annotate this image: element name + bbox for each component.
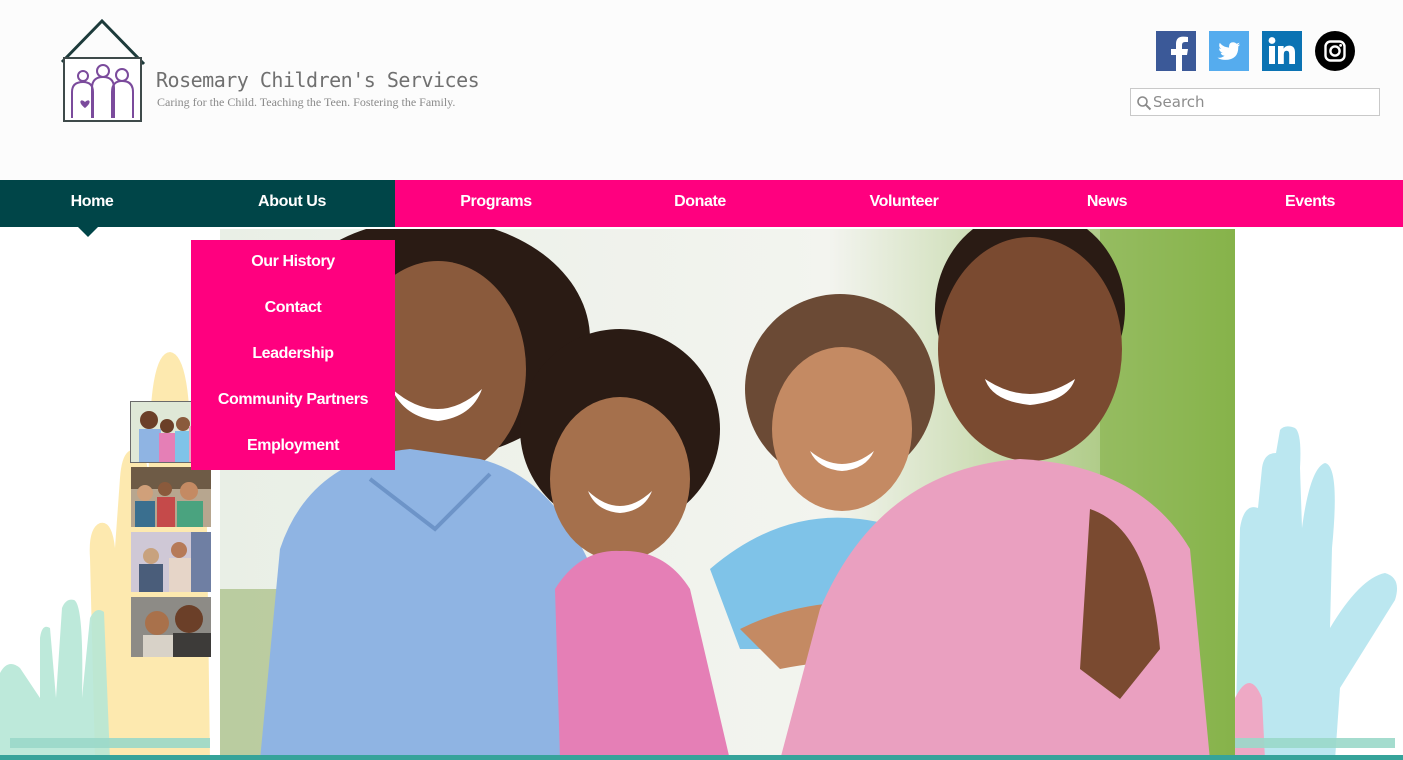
linkedin-icon	[1262, 31, 1302, 71]
site-header: Rosemary Children's Services Caring for …	[0, 0, 1403, 180]
footer-accent-strip	[0, 755, 1403, 760]
facebook-link[interactable]	[1156, 31, 1196, 71]
nav-item-volunteer[interactable]: Volunteer	[802, 180, 1006, 227]
thumbnail-3[interactable]	[131, 532, 211, 592]
active-nav-indicator-icon	[78, 227, 98, 237]
about-us-dropdown-menu: Our History Contact Leadership Community…	[191, 240, 395, 470]
nav-item-programs[interactable]: Programs	[394, 180, 598, 227]
nav-item-home[interactable]: Home	[0, 180, 194, 227]
thumbnail-4[interactable]	[131, 597, 211, 657]
dropdown-item-our-history[interactable]: Our History	[191, 240, 395, 286]
facebook-icon	[1156, 31, 1196, 71]
search-icon	[1137, 96, 1152, 111]
nav-item-donate[interactable]: Donate	[598, 180, 802, 227]
thumbnail-group-image	[131, 467, 211, 527]
twitter-icon	[1209, 31, 1249, 71]
thumbnail-father-son-image	[131, 597, 211, 657]
social-links	[1156, 31, 1355, 71]
thumbnail-counseling-image	[131, 532, 211, 592]
dropdown-item-community-partners[interactable]: Community Partners	[191, 378, 395, 424]
instagram-icon	[1315, 31, 1355, 71]
brand-tagline: Caring for the Child. Teaching the Teen.…	[157, 95, 456, 109]
search-input[interactable]	[1153, 91, 1375, 113]
instagram-link[interactable]	[1315, 31, 1355, 71]
family-house-logo-icon	[60, 18, 146, 122]
linkedin-link[interactable]	[1262, 31, 1302, 71]
search-box	[1130, 88, 1380, 116]
dropdown-item-employment[interactable]: Employment	[191, 424, 395, 470]
dropdown-item-contact[interactable]: Contact	[191, 286, 395, 332]
nav-item-about-us[interactable]: About Us	[190, 180, 394, 227]
brand-name: Rosemary Children's Services	[156, 68, 480, 92]
twitter-link[interactable]	[1209, 31, 1249, 71]
nav-item-news[interactable]: News	[1005, 180, 1209, 227]
thumbnail-2[interactable]	[131, 467, 211, 527]
dropdown-item-leadership[interactable]: Leadership	[191, 332, 395, 378]
site-logo-link[interactable]: Rosemary Children's Services Caring for …	[60, 18, 540, 126]
nav-item-events[interactable]: Events	[1208, 180, 1403, 227]
main-nav: Home About Us Programs Donate Volunteer …	[0, 180, 1403, 227]
